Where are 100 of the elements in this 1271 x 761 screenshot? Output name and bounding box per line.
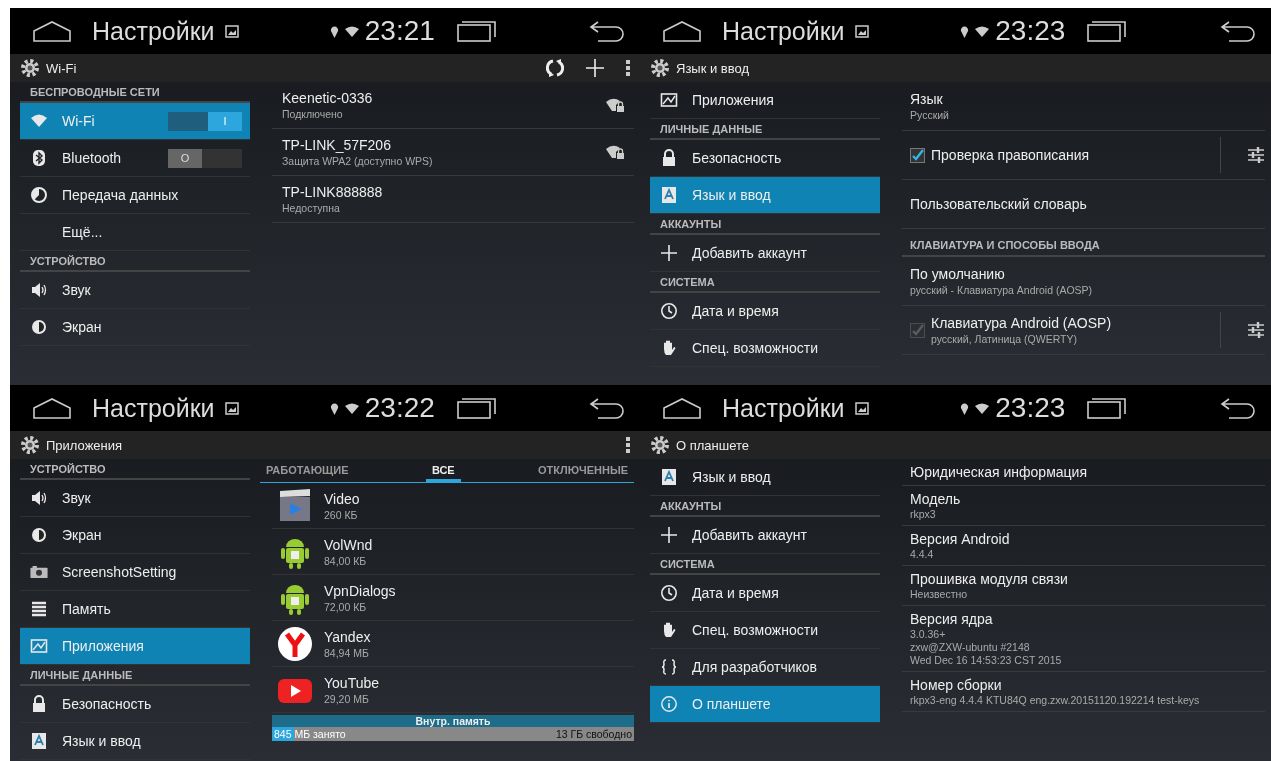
app-size: 260 КБ <box>324 508 359 521</box>
home-icon[interactable] <box>32 20 72 42</box>
location-pin-icon <box>960 401 970 415</box>
app-name[interactable]: YouTube <box>324 674 379 691</box>
preference-title[interactable]: По умолчанию <box>910 266 1257 282</box>
settings-menu-item[interactable]: Спец. возможности <box>650 612 880 649</box>
wifi-signal-icon <box>975 402 990 414</box>
settings-menu-item[interactable]: Звук <box>20 272 250 309</box>
info-value: rkpx3-eng 4.4.4 KTU84Q eng.zxw.20151120.192214 test-keys <box>910 694 1201 706</box>
clock-time: 23:23 <box>995 15 1066 47</box>
settings-menu-item[interactable]: Добавить аккаунт <box>650 517 880 554</box>
settings-menu-item[interactable]: Передача данных <box>20 177 250 214</box>
preference-title[interactable]: Пользовательский словарь <box>910 196 1257 212</box>
settings-menu-item[interactable]: ScreenshotSetting <box>20 554 250 591</box>
recent-apps-icon[interactable] <box>456 20 497 42</box>
recent-apps-icon[interactable] <box>1087 20 1128 42</box>
gear-icon[interactable] <box>650 435 670 455</box>
info-title[interactable]: Прошивка модуля связи <box>910 571 1257 587</box>
settings-menu-item[interactable]: Безопасность <box>20 686 250 723</box>
wifi-signal-icon <box>975 25 990 37</box>
keyboard-letter-icon <box>660 186 678 204</box>
section-header: АККАУНТЫ <box>650 214 880 235</box>
picture-icon <box>854 24 869 38</box>
settings-menu-item[interactable]: Язык и ввод <box>650 177 880 214</box>
preference-summary: русский - Клавиатура Android (AOSP) <box>910 284 1094 296</box>
back-icon[interactable] <box>1219 20 1257 42</box>
info-value: Неизвестно <box>910 588 969 600</box>
gear-icon[interactable] <box>20 58 40 78</box>
picture-icon <box>854 401 869 415</box>
app-name[interactable]: Yandex <box>324 628 371 645</box>
settings-menu-item[interactable]: Спец. возможности <box>650 330 880 367</box>
info-value: rkpx3 <box>910 508 937 520</box>
preference-summary: русский, Латиница (QWERTY) <box>931 333 1078 345</box>
preference-summary: Русский <box>910 109 950 121</box>
settings-menu-item[interactable]: Дата и время <box>650 575 880 612</box>
preference-title[interactable]: Язык <box>910 91 1257 107</box>
back-icon[interactable] <box>1219 397 1257 419</box>
home-icon[interactable] <box>662 397 702 419</box>
tab[interactable]: ВСЕ <box>425 459 461 482</box>
picture-icon <box>224 24 239 38</box>
settings-menu-item[interactable]: Wi-Fi I <box>20 103 250 140</box>
recent-apps-icon[interactable] <box>456 397 497 419</box>
gear-icon[interactable] <box>20 435 40 455</box>
plus-icon <box>660 244 678 262</box>
settings-menu-item[interactable]: Язык и ввод <box>650 459 880 496</box>
picture-icon <box>30 637 48 655</box>
preference-title[interactable]: Проверка правописания <box>931 147 1220 163</box>
clock-icon <box>660 584 678 602</box>
back-icon[interactable] <box>588 397 626 419</box>
info-title[interactable]: Юридическая информация <box>910 464 1257 480</box>
app-name[interactable]: VolWnd <box>324 536 373 553</box>
back-icon[interactable] <box>588 20 626 42</box>
tab[interactable]: ОТКЛЮЧЕННЫЕ <box>532 459 634 482</box>
screen-title: Язык и ввод <box>676 60 750 76</box>
wifi-signal-icon <box>344 402 359 414</box>
section-header: КЛАВИАТУРА И СПОСОБЫ ВВОДА <box>902 229 1265 257</box>
overflow-menu-icon[interactable] <box>626 437 630 453</box>
settings-menu-item[interactable]: Приложения <box>650 82 880 119</box>
add-icon[interactable] <box>586 59 604 77</box>
overflow-menu-icon[interactable] <box>626 60 630 76</box>
info-value: 4.4.4 <box>910 548 935 560</box>
app-name[interactable]: VpnDialogs <box>324 582 396 599</box>
info-title[interactable]: Номер сборки <box>910 677 1257 693</box>
settings-menu-item[interactable]: Язык и ввод <box>20 723 250 760</box>
info-title[interactable]: Модель <box>910 491 1257 507</box>
network-name[interactable]: TP-LINK888888 <box>282 184 624 200</box>
location-pin-icon <box>329 24 339 38</box>
tab[interactable]: РАБОТАЮЩИЕ <box>260 459 355 482</box>
lock-icon <box>30 695 48 713</box>
settings-menu-item[interactable]: Экран <box>20 309 250 346</box>
app-name[interactable]: Video <box>324 490 360 507</box>
home-icon[interactable] <box>32 397 72 419</box>
settings-menu-item[interactable]: Bluetooth O <box>20 140 250 177</box>
toggle-switch[interactable]: O <box>168 148 242 168</box>
sliders-icon[interactable] <box>1247 146 1265 164</box>
settings-menu-item[interactable]: Приложения <box>20 628 250 665</box>
info-title[interactable]: Версия Android <box>910 531 1257 547</box>
gear-icon[interactable] <box>650 58 670 78</box>
list-icon <box>30 600 48 618</box>
checkbox[interactable] <box>910 147 925 163</box>
settings-menu-item[interactable]: Звук <box>20 480 250 517</box>
settings-menu-item[interactable]: Экран <box>20 517 250 554</box>
braces-icon <box>660 658 678 676</box>
recent-apps-icon[interactable] <box>1087 397 1128 419</box>
plus-icon <box>660 526 678 544</box>
settings-menu-item[interactable]: Дата и время <box>650 293 880 330</box>
info-title[interactable]: Версия ядра <box>910 611 1257 627</box>
rotating-arrows-icon[interactable] <box>546 59 564 77</box>
app-title: Настройки <box>92 16 215 46</box>
section-header: ЛИЧНЫЕ ДАННЫЕ <box>650 119 880 140</box>
network-name[interactable]: Keenetic-0336 <box>282 90 606 106</box>
speaker-icon <box>30 281 48 299</box>
picture-icon <box>660 91 678 109</box>
network-name[interactable]: TP-LINK_57F206 <box>282 137 606 153</box>
home-icon[interactable] <box>662 20 702 42</box>
settings-menu-item[interactable]: Добавить аккаунт <box>650 235 880 272</box>
section-header: АККАУНТЫ <box>650 496 880 517</box>
settings-menu-item[interactable]: О планшете <box>650 686 880 723</box>
keyboard-letter-icon <box>660 468 678 486</box>
settings-menu-item[interactable]: Ещё... <box>20 214 250 251</box>
